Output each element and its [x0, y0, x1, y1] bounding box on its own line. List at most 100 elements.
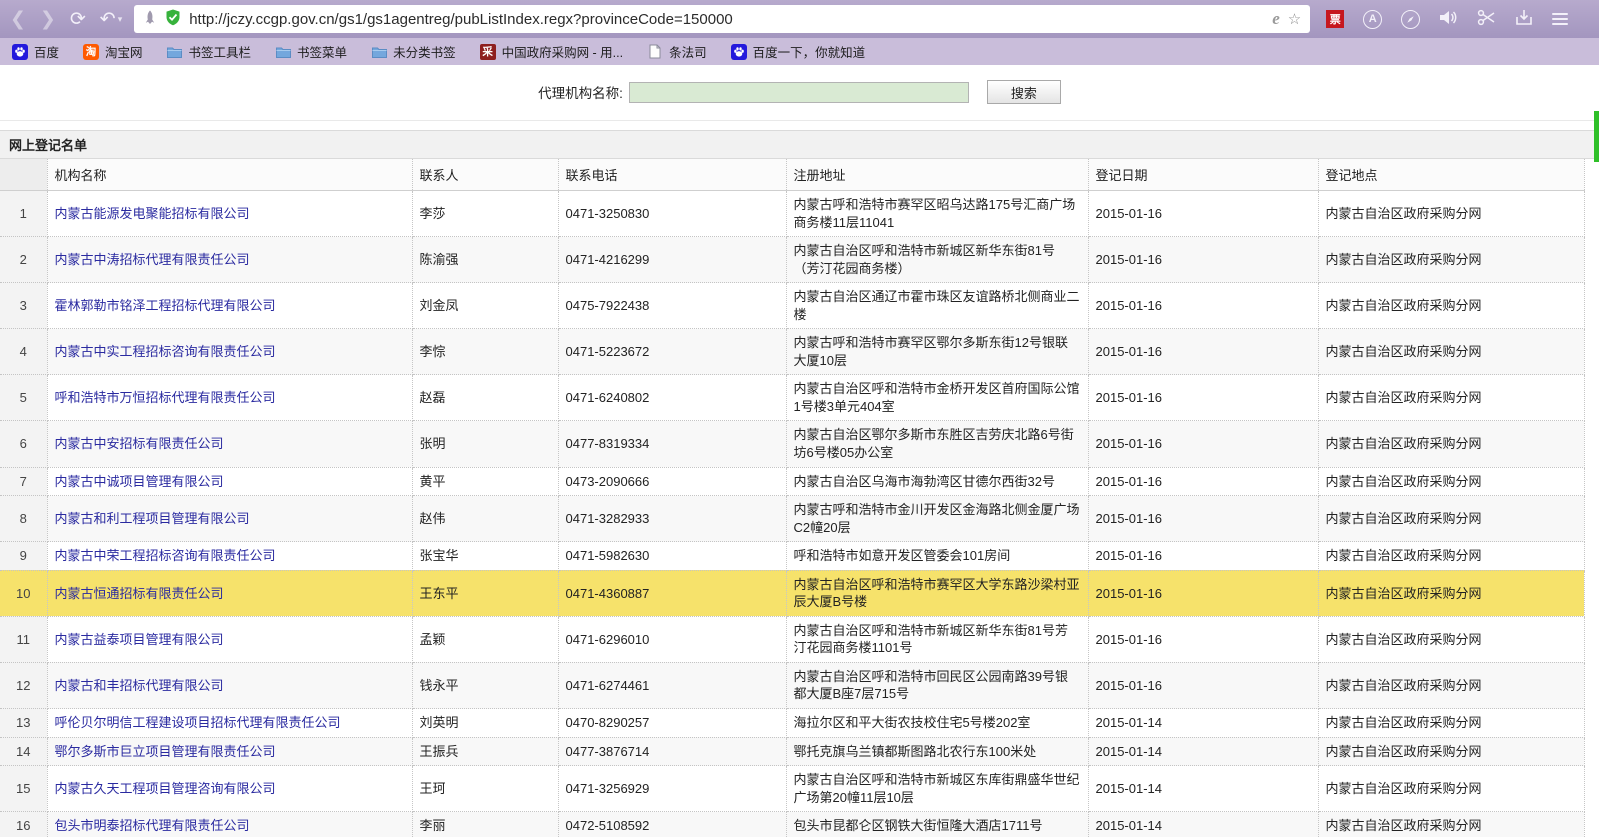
org-name-link[interactable]: 内蒙古益泰项目管理有限公司: [55, 632, 224, 647]
address-cell: 呼和浩特市如意开发区管委会101房间: [786, 542, 1088, 571]
bookmark-item[interactable]: 书签工具栏: [167, 42, 252, 61]
url-bar[interactable]: http://jczy.ccgp.gov.cn/gs1/gs1agentreg/…: [134, 5, 1310, 33]
bookmark-label: 中国政府采购网 - 用...: [502, 42, 624, 61]
nav-buttons: ❮ ❯ ⟳ ↶ ▾: [10, 10, 122, 29]
org-name-cell[interactable]: 内蒙古中涛招标代理有限责任公司: [47, 237, 412, 283]
bookmark-item[interactable]: 百度一下，你就知道: [731, 42, 866, 61]
place-cell: 内蒙古自治区政府采购分网: [1318, 542, 1584, 571]
bookmark-item[interactable]: 采中国政府采购网 - 用...: [480, 42, 624, 61]
phone-cell: 0471-5223672: [558, 329, 786, 375]
org-name-link[interactable]: 呼和浩特市万恒招标代理有限责任公司: [55, 390, 276, 405]
speaker-icon[interactable]: [1439, 9, 1458, 29]
folder-icon: [371, 44, 387, 60]
org-name-link[interactable]: 内蒙古中实工程招标咨询有限责任公司: [55, 344, 276, 359]
org-name-cell[interactable]: 包头市明泰招标代理有限责任公司: [47, 812, 412, 837]
row-number: 5: [0, 375, 47, 421]
org-name-cell[interactable]: 内蒙古和丰招标代理有限公司: [47, 662, 412, 708]
org-name-link[interactable]: 霍林郭勒市铭泽工程招标代理有限公司: [55, 298, 276, 313]
ccgp-site-icon: 采: [480, 44, 496, 60]
security-shield-icon[interactable]: [165, 9, 181, 29]
bookmark-item[interactable]: 百度: [12, 42, 59, 61]
date-cell: 2015-01-16: [1088, 283, 1318, 329]
org-name-link[interactable]: 内蒙古和利工程项目管理有限公司: [55, 511, 250, 526]
org-name-link[interactable]: 内蒙古和丰招标代理有限公司: [55, 678, 224, 693]
address-cell: 内蒙古呼和浩特市金川开发区金海路北侧金厦广场C2幢20层: [786, 496, 1088, 542]
org-name-link[interactable]: 呼伦贝尔明信工程建设项目招标代理有限责任公司: [55, 715, 341, 730]
download-icon[interactable]: [1515, 9, 1533, 29]
scrollbar-thumb[interactable]: [1594, 111, 1599, 162]
org-name-cell[interactable]: 内蒙古恒通招标有限责任公司: [47, 570, 412, 616]
org-name-link[interactable]: 内蒙古久天工程项目管理咨询有限公司: [55, 781, 276, 796]
undo-button[interactable]: ↶ ▾: [100, 10, 122, 29]
org-name-link[interactable]: 内蒙古中诚项目管理有限公司: [55, 474, 224, 489]
row-number: 7: [0, 467, 47, 496]
address-cell: 内蒙古呼和浩特市赛罕区鄂尔多斯东街12号银联大厦10层: [786, 329, 1088, 375]
row-number: 11: [0, 616, 47, 662]
contact-cell: 刘金凤: [412, 283, 558, 329]
place-cell: 内蒙古自治区政府采购分网: [1318, 737, 1584, 766]
place-cell: 内蒙古自治区政府采购分网: [1318, 709, 1584, 738]
back-icon[interactable]: ❮: [10, 10, 26, 29]
org-name-link[interactable]: 鄂尔多斯市巨立项目管理有限责任公司: [55, 744, 276, 759]
org-name-link[interactable]: 内蒙古中涛招标代理有限责任公司: [55, 252, 250, 267]
org-name-cell[interactable]: 鄂尔多斯市巨立项目管理有限责任公司: [47, 737, 412, 766]
bookmark-item[interactable]: 未分类书签: [371, 42, 456, 61]
place-cell: 内蒙古自治区政府采购分网: [1318, 662, 1584, 708]
org-name-cell[interactable]: 内蒙古和利工程项目管理有限公司: [47, 496, 412, 542]
org-name-cell[interactable]: 内蒙古中安招标有限责任公司: [47, 421, 412, 467]
org-name-cell[interactable]: 内蒙古中诚项目管理有限公司: [47, 467, 412, 496]
org-name-cell[interactable]: 内蒙古中荣工程招标咨询有限责任公司: [47, 542, 412, 571]
org-name-link[interactable]: 内蒙古中安招标有限责任公司: [55, 436, 224, 451]
address-cell: 海拉尔区和平大街农技校住宅5号楼202室: [786, 709, 1088, 738]
row-number: 13: [0, 709, 47, 738]
reload-icon[interactable]: ⟳: [70, 10, 86, 29]
org-name-link[interactable]: 内蒙古恒通招标有限责任公司: [55, 586, 224, 601]
bookmark-label: 条法司: [669, 42, 707, 61]
contact-cell: 王振兵: [412, 737, 558, 766]
place-cell: 内蒙古自治区政府采购分网: [1318, 766, 1584, 812]
bookmark-item[interactable]: 条法司: [647, 42, 707, 61]
contact-cell: 王珂: [412, 766, 558, 812]
org-name-cell[interactable]: 内蒙古久天工程项目管理咨询有限公司: [47, 766, 412, 812]
org-name-link[interactable]: 内蒙古能源发电聚能招标有限公司: [55, 206, 250, 221]
date-cell: 2015-01-16: [1088, 662, 1318, 708]
date-cell: 2015-01-16: [1088, 191, 1318, 237]
phone-cell: 0471-6296010: [558, 616, 786, 662]
org-name-cell[interactable]: 内蒙古中实工程招标咨询有限责任公司: [47, 329, 412, 375]
table-row: 6内蒙古中安招标有限责任公司张明0477-8319334内蒙古自治区鄂尔多斯市东…: [0, 421, 1584, 467]
org-name-cell[interactable]: 内蒙古益泰项目管理有限公司: [47, 616, 412, 662]
ie-compatibility-icon[interactable]: e: [1272, 9, 1280, 29]
chevron-down-icon[interactable]: ▾: [118, 14, 123, 25]
forward-icon[interactable]: ❯: [40, 10, 56, 29]
contact-cell: 赵伟: [412, 496, 558, 542]
bookmark-item[interactable]: 淘淘宝网: [83, 42, 143, 61]
table-row: 1内蒙古能源发电聚能招标有限公司李莎0471-3250830内蒙古呼和浩特市赛罕…: [0, 191, 1584, 237]
phone-cell: 0471-3256929: [558, 766, 786, 812]
column-header: 登记地点: [1318, 159, 1584, 191]
url-text[interactable]: http://jczy.ccgp.gov.cn/gs1/gs1agentreg/…: [189, 11, 1264, 28]
bookmarks-bar: 百度 淘淘宝网 书签工具栏 书签菜单 未分类书签 采中国政府采购网 - 用... 条法司 百度…: [0, 38, 1599, 65]
circled-a-extension-icon[interactable]: A: [1363, 10, 1382, 29]
row-number-header: [0, 159, 47, 191]
scissors-icon[interactable]: [1477, 9, 1496, 29]
org-name-link[interactable]: 包头市明泰招标代理有限责任公司: [55, 818, 250, 833]
undo-icon[interactable]: ↶: [100, 10, 116, 29]
agency-name-input[interactable]: [629, 82, 969, 103]
org-name-cell[interactable]: 霍林郭勒市铭泽工程招标代理有限公司: [47, 283, 412, 329]
org-name-link[interactable]: 内蒙古中荣工程招标咨询有限责任公司: [55, 548, 276, 563]
bookmark-label: 书签工具栏: [189, 42, 252, 61]
org-name-cell[interactable]: 呼伦贝尔明信工程建设项目招标代理有限责任公司: [47, 709, 412, 738]
search-button[interactable]: 搜索: [987, 80, 1061, 104]
org-name-cell[interactable]: 内蒙古能源发电聚能招标有限公司: [47, 191, 412, 237]
hamburger-menu-icon[interactable]: [1552, 10, 1568, 28]
compass-icon[interactable]: [1401, 10, 1420, 29]
place-cell: 内蒙古自治区政府采购分网: [1318, 616, 1584, 662]
date-cell: 2015-01-16: [1088, 237, 1318, 283]
piao-extension-icon[interactable]: 票: [1326, 10, 1344, 28]
table-row: 16包头市明泰招标代理有限责任公司李丽0472-5108592包头市昆都仑区钢铁…: [0, 812, 1584, 837]
bookmark-item[interactable]: 书签菜单: [275, 42, 347, 61]
org-name-cell[interactable]: 呼和浩特市万恒招标代理有限责任公司: [47, 375, 412, 421]
bookmark-star-icon[interactable]: ☆: [1288, 10, 1301, 28]
date-cell: 2015-01-14: [1088, 737, 1318, 766]
rocket-icon: [143, 10, 157, 28]
